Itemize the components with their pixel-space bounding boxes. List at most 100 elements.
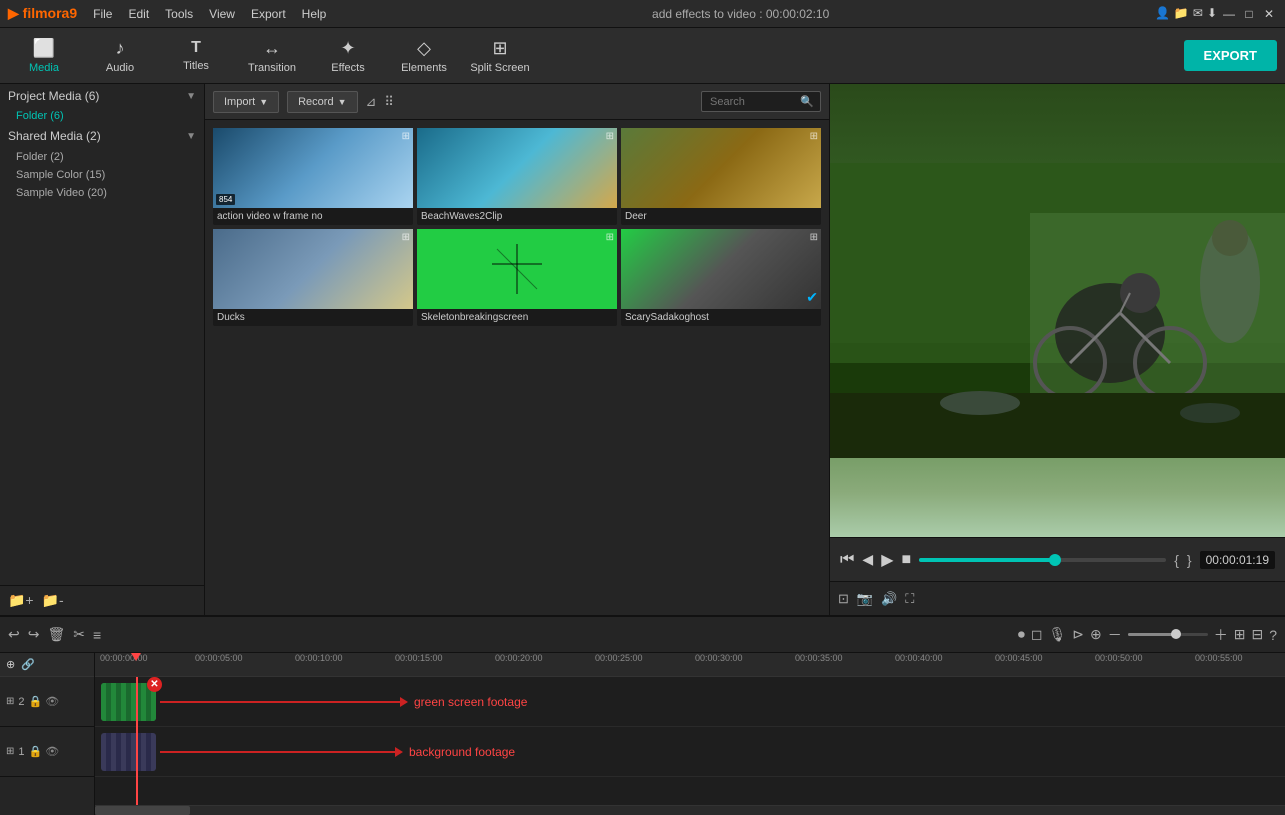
stop-button[interactable]: ■ [902,551,912,569]
add-track-btn[interactable]: ⊞ [1234,626,1246,643]
lock-icon-2[interactable]: 🔒 [29,695,43,708]
search-icon[interactable]: 🔍 [800,95,814,108]
grid-icon-skeleton: ⊞ [606,232,614,243]
menu-help[interactable]: Help [302,7,327,21]
menu-file[interactable]: File [93,7,112,21]
close-btn[interactable]: ✕ [1261,6,1277,22]
tool-elements[interactable]: ◇ Elements [388,31,460,81]
transition-btn-tl[interactable]: ⊳ [1072,626,1084,643]
media-item-beach[interactable]: ⊞ BeachWaves2Clip [417,128,617,225]
record-button[interactable]: Record ▼ [287,91,357,113]
cut-button[interactable]: ✂ [73,626,85,643]
media-item-ghost[interactable]: ⊞ ✔ ScarySadakoghost [621,229,821,326]
tool-splitscreen[interactable]: ⊞ Split Screen [464,31,536,81]
progress-bar[interactable] [919,558,1166,562]
delete-button[interactable]: 🗑 [47,626,65,643]
snapshot-btn-tl[interactable]: ◻ [1031,626,1043,643]
restore-btn[interactable]: □ [1241,6,1257,22]
media-label-beach: BeachWaves2Clip [417,208,617,225]
tool-transition-label: Transition [248,62,296,74]
tool-titles[interactable]: T Titles [160,31,232,81]
tool-media[interactable]: ⬜ Media [8,31,80,81]
ruler-mark-6: 00:00:30:00 [695,653,743,663]
search-input[interactable] [710,96,800,108]
split-btn-tl[interactable]: ⊕ [1090,626,1102,643]
tool-effects[interactable]: ✦ Effects [312,31,384,81]
user-icon[interactable]: 👤 [1155,6,1170,22]
minimize-btn[interactable]: — [1221,6,1237,22]
folder-icon[interactable]: 📁 [1174,6,1189,22]
remove-folder-btn[interactable]: 📁- [42,592,64,609]
screen-fit-icon[interactable]: ⊡ [838,591,849,607]
volume-icon[interactable]: 🔊 [881,591,897,607]
project-folder-item[interactable]: Folder (6) [0,108,204,124]
redo-button[interactable]: ↪ [28,626,40,643]
eye-icon-2[interactable]: 👁 [45,695,59,708]
clip-background[interactable] [101,733,156,771]
screenshot-icon[interactable]: 📷 [857,591,873,607]
media-label-action: action video w frame no [213,208,413,225]
lock-icon-1[interactable]: 🔒 [29,745,43,758]
clip-green-screen[interactable]: ✕ [101,683,156,721]
clip-delete-btn[interactable]: ✕ [147,677,162,692]
bracket-right-icon[interactable]: } [1187,552,1192,568]
zoom-out-btn[interactable]: － [1108,625,1122,645]
search-box[interactable]: 🔍 [701,91,821,112]
export-button[interactable]: EXPORT [1184,40,1277,71]
link-icon[interactable]: 🔗 [21,658,35,671]
media-item-deer[interactable]: ⊞ Deer [621,128,821,225]
layout-btn[interactable]: ⊟ [1251,626,1263,643]
shared-media-arrow: ▼ [186,131,196,142]
rewind-button[interactable]: ⏮ [840,551,854,569]
menu-export[interactable]: Export [251,7,286,21]
add-folder-btn[interactable]: 📁+ [8,592,34,609]
splitscreen-icon: ⊞ [492,38,507,59]
track-label-2: ⊞ 2 🔒 👁 [0,677,94,727]
mail-icon[interactable]: ✉ [1193,6,1203,22]
prev-frame-button[interactable]: ◀ [862,551,873,568]
ruler-marks-container: 00:00:00:00 00:00:05:00 00:00:10:00 00:0… [95,653,1285,676]
grid-view-icon[interactable]: ⠿ [384,94,394,110]
track-number-2: 2 [18,696,24,708]
media-label-deer: Deer [621,208,821,225]
track-icons-2: 🔒 👁 [29,695,60,708]
media-item-skeleton[interactable]: ⊞ Skeletonbreakingscreen [417,229,617,326]
shared-media-item[interactable]: Shared Media (2) ▼ [0,124,204,148]
preview-controls: ⏮ ◀ ▶ ■ { } 00:00:01:19 [830,537,1285,581]
timeline-scrollbar[interactable] [95,805,1285,815]
tool-audio[interactable]: ♪ Audio [84,31,156,81]
eye-icon-1[interactable]: 👁 [45,745,59,758]
mic-btn-tl[interactable]: 🎙 [1048,626,1066,643]
record-btn-tl[interactable]: ⏺ [1018,626,1025,643]
menu-edit[interactable]: Edit [128,7,149,21]
sample-video-item[interactable]: Sample Video (20) [0,184,204,202]
download-icon[interactable]: ⬇ [1207,6,1217,22]
scrollbar-thumb[interactable] [95,806,190,815]
filter-icon[interactable]: ⊿ [366,94,377,110]
zoom-control[interactable] [1128,633,1208,636]
magnet-icon[interactable]: ⊕ [6,658,15,671]
zoom-bar[interactable] [1128,633,1208,636]
sample-color-item[interactable]: Sample Color (15) [0,166,204,184]
settings-button[interactable]: ≡ [93,627,101,643]
panel-bottom: 📁+ 📁- [0,585,204,615]
undo-button[interactable]: ↩ [8,626,20,643]
zoom-fill [1128,633,1176,636]
import-button[interactable]: Import ▼ [213,91,279,113]
play-button[interactable]: ▶ [881,550,893,570]
ann-arrow-green [400,697,408,707]
tracks-area: ✕ green screen footage [95,677,1285,805]
help-btn-tl[interactable]: ? [1269,627,1277,643]
project-media-item[interactable]: Project Media (6) ▼ [0,84,204,108]
menu-tools[interactable]: Tools [165,7,193,21]
main-area: Project Media (6) ▼ Folder (6) Shared Me… [0,84,1285,615]
media-item-action[interactable]: ⊞ 854 action video w frame no [213,128,413,225]
bracket-left-icon[interactable]: { [1174,552,1179,568]
shared-folder-item[interactable]: Folder (2) [0,148,204,166]
media-item-ducks[interactable]: ⊞ Ducks [213,229,413,326]
media-label-ducks: Ducks [213,309,413,326]
zoom-in-btn[interactable]: ＋ [1214,625,1228,645]
menu-view[interactable]: View [209,7,235,21]
fullscreen-icon[interactable]: ⛶ [905,591,914,607]
tool-transition[interactable]: ↔ Transition [236,31,308,81]
